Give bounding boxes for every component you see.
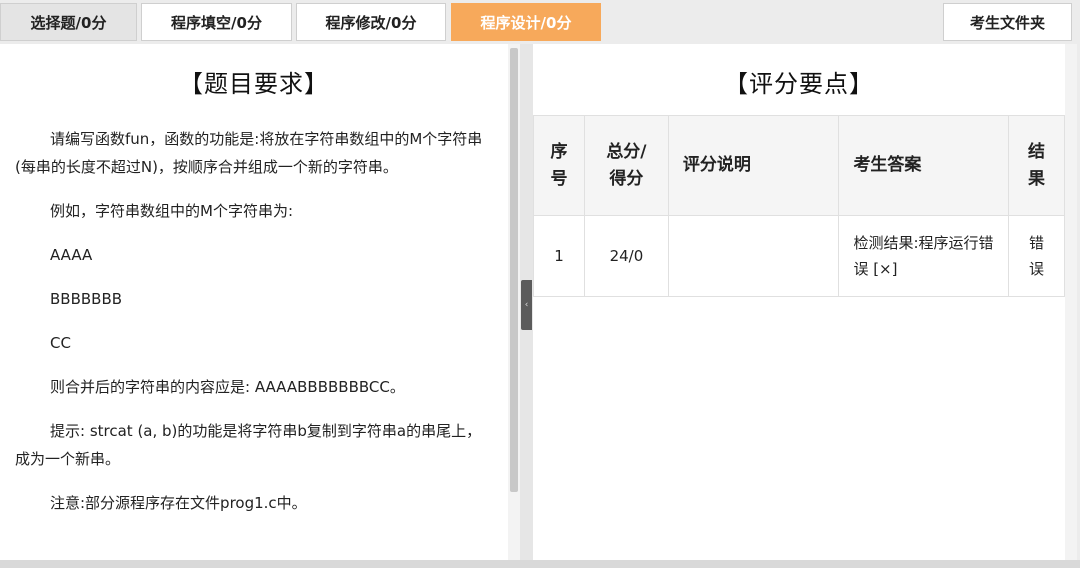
cell-description xyxy=(667,215,840,297)
requirements-body: 请编写函数fun，函数的功能是:将放在字符串数组中的M个字符串(每串的长度不超过… xyxy=(0,125,508,517)
bottom-bar xyxy=(0,560,1080,568)
grading-scrollbar[interactable] xyxy=(1065,44,1077,560)
requirement-paragraph: 注意:部分源程序存在文件prog1.c中。 xyxy=(50,494,307,512)
tab-fill-in-program[interactable]: 程序填空/0分 xyxy=(141,3,292,41)
header-answer: 考生答案 xyxy=(838,115,1010,216)
grading-table: 序号 总分/得分 评分说明 考生答案 结果 1 24/0 检测结果:程序运行错误… xyxy=(533,115,1065,297)
header-index: 序号 xyxy=(533,115,585,216)
header-result: 结果 xyxy=(1008,115,1065,216)
requirements-scrollbar[interactable] xyxy=(508,44,520,560)
cell-score: 24/0 xyxy=(583,215,669,297)
requirements-panel: 【题目要求】 请编写函数fun，函数的功能是:将放在字符串数组中的M个字符串(每… xyxy=(0,44,508,560)
panel-splitter[interactable]: ‹ xyxy=(520,44,533,560)
grading-panel: 【评分要点】 序号 总分/得分 评分说明 考生答案 结果 1 24/0 检测结果… xyxy=(533,44,1065,560)
requirement-paragraph: AAAA xyxy=(50,246,93,264)
header-score: 总分/得分 xyxy=(583,115,669,216)
cell-index: 1 xyxy=(533,215,585,297)
tab-multiple-choice[interactable]: 选择题/0分 xyxy=(0,3,137,41)
table-header-row: 序号 总分/得分 评分说明 考生答案 结果 xyxy=(533,115,1065,216)
cell-result: 错误 xyxy=(1008,215,1065,297)
requirements-title: 【题目要求】 xyxy=(179,70,329,98)
exam-folder-button[interactable]: 考生文件夹 xyxy=(943,3,1072,41)
requirement-paragraph: 则合并后的字符串的内容应是: AAAABBBBBBBCC。 xyxy=(50,378,405,396)
requirements-scrollbar-thumb[interactable] xyxy=(510,48,518,492)
requirement-paragraph: 提示: strcat (a, b)的功能是将字符串b复制到字符串a的串尾上，成为… xyxy=(15,422,482,468)
requirement-paragraph: 例如，字符串数组中的M个字符串为: xyxy=(50,202,293,220)
requirement-paragraph: BBBBBBB xyxy=(50,290,123,308)
grading-title: 【评分要点】 xyxy=(724,70,874,98)
requirement-paragraph: 请编写函数fun，函数的功能是:将放在字符串数组中的M个字符串(每串的长度不超过… xyxy=(15,130,483,176)
header-description: 评分说明 xyxy=(667,115,840,216)
tab-bar: 选择题/0分 程序填空/0分 程序修改/0分 程序设计/0分 考生文件夹 xyxy=(0,0,1080,43)
tab-program-design[interactable]: 程序设计/0分 xyxy=(451,3,601,41)
cell-answer: 检测结果:程序运行错误 [×] xyxy=(838,215,1010,297)
tab-fix-program[interactable]: 程序修改/0分 xyxy=(296,3,446,41)
table-row: 1 24/0 检测结果:程序运行错误 [×] 错误 xyxy=(533,215,1065,297)
requirement-paragraph: CC xyxy=(50,334,71,352)
collapse-chevron-icon[interactable]: ‹ xyxy=(521,280,532,330)
exam-window: 选择题/0分 程序填空/0分 程序修改/0分 程序设计/0分 考生文件夹 【题目… xyxy=(0,0,1080,568)
